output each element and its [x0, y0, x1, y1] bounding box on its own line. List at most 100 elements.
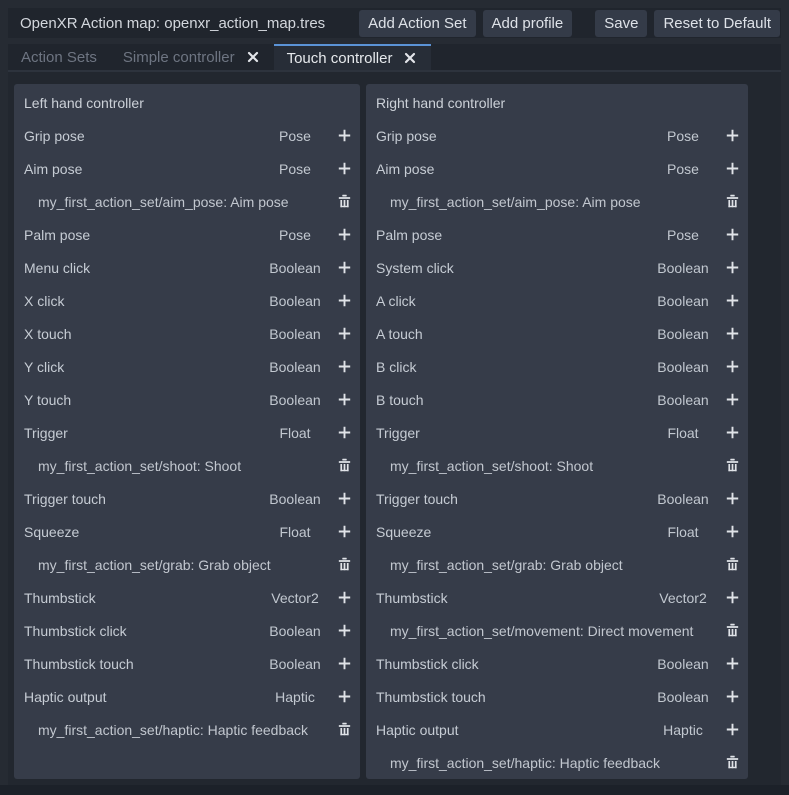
content-area: Left hand controllerGrip posePoseAim pos… — [8, 70, 781, 785]
action-type-label: Boolean — [646, 656, 720, 672]
plus-icon — [337, 161, 352, 176]
remove-binding-button[interactable] — [337, 557, 352, 572]
plus-icon — [725, 161, 740, 176]
action-row-haptic-output: Haptic outputHaptic — [366, 713, 748, 746]
add-binding-button[interactable] — [337, 260, 352, 275]
add-binding-button[interactable] — [337, 128, 352, 143]
add-binding-button[interactable] — [337, 161, 352, 176]
add-binding-button[interactable] — [725, 128, 740, 143]
plus-icon — [725, 359, 740, 374]
add-binding-button[interactable] — [337, 425, 352, 440]
remove-binding-button[interactable] — [725, 557, 740, 572]
action-label: Haptic output — [24, 689, 258, 705]
binding-label: my_first_action_set/haptic: Haptic feedb… — [390, 755, 725, 771]
add-binding-button[interactable] — [725, 293, 740, 308]
tab-label: Action Sets — [21, 49, 97, 66]
binding-row-my-first-action-set-haptic-haptic-feedback: my_first_action_set/haptic: Haptic feedb… — [366, 746, 748, 779]
tab-touch-controller[interactable]: Touch controller — [274, 44, 432, 70]
plus-icon — [337, 359, 352, 374]
action-label: X touch — [24, 326, 258, 342]
add-binding-button[interactable] — [337, 293, 352, 308]
action-type-label: Boolean — [258, 326, 332, 342]
action-label: Squeeze — [24, 524, 258, 540]
plus-icon — [337, 293, 352, 308]
action-label: Thumbstick touch — [376, 689, 646, 705]
trash-icon — [725, 194, 740, 209]
action-label: B touch — [376, 392, 646, 408]
plus-icon — [337, 689, 352, 704]
action-label: Thumbstick click — [24, 623, 258, 639]
binding-label: my_first_action_set/shoot: Shoot — [390, 458, 725, 474]
add-binding-button[interactable] — [337, 590, 352, 605]
add-binding-button[interactable] — [725, 326, 740, 341]
action-type-label: Boolean — [258, 359, 332, 375]
remove-binding-button[interactable] — [337, 458, 352, 473]
plus-icon — [337, 425, 352, 440]
tab-close-button[interactable] — [245, 49, 261, 65]
toolbar-button-save[interactable]: Save — [595, 10, 647, 37]
right-hand-controller-panel: Right hand controllerGrip posePoseAim po… — [366, 84, 748, 779]
add-binding-button[interactable] — [725, 425, 740, 440]
toolbar-button-add-action-set[interactable]: Add Action Set — [359, 10, 475, 37]
action-label: Thumbstick touch — [24, 656, 258, 672]
add-binding-button[interactable] — [725, 722, 740, 737]
remove-binding-button[interactable] — [337, 722, 352, 737]
action-label: Palm pose — [24, 227, 258, 243]
action-row-thumbstick-touch: Thumbstick touchBoolean — [366, 680, 748, 713]
toolbar-buttons: Add Action Set Add profile Save Reset to De… — [359, 10, 781, 37]
plus-icon — [725, 590, 740, 605]
add-binding-button[interactable] — [725, 689, 740, 704]
add-binding-button[interactable] — [337, 227, 352, 242]
tab-label: Simple controller — [123, 49, 235, 66]
add-binding-button[interactable] — [725, 524, 740, 539]
add-binding-button[interactable] — [725, 656, 740, 671]
toolbar-button-reset-to-default[interactable]: Reset to Default — [654, 10, 780, 37]
plus-icon — [725, 722, 740, 737]
action-type-label: Boolean — [258, 656, 332, 672]
add-binding-button[interactable] — [337, 524, 352, 539]
add-binding-button[interactable] — [337, 392, 352, 407]
add-binding-button[interactable] — [337, 359, 352, 374]
add-binding-button[interactable] — [725, 161, 740, 176]
remove-binding-button[interactable] — [725, 194, 740, 209]
action-type-label: Pose — [258, 161, 332, 177]
action-row-b-click: B clickBoolean — [366, 350, 748, 383]
add-binding-button[interactable] — [725, 392, 740, 407]
trash-icon — [337, 557, 352, 572]
add-binding-button[interactable] — [337, 656, 352, 671]
action-label: Palm pose — [376, 227, 646, 243]
action-type-label: Pose — [258, 227, 332, 243]
binding-row-my-first-action-set-shoot-shoot: my_first_action_set/shoot: Shoot — [14, 449, 360, 482]
tab-close-button[interactable] — [402, 50, 418, 66]
add-binding-button[interactable] — [337, 491, 352, 506]
add-binding-button[interactable] — [337, 689, 352, 704]
tab-simple-controller[interactable]: Simple controller — [110, 44, 274, 70]
plus-icon — [337, 623, 352, 638]
trash-icon — [725, 458, 740, 473]
action-type-label: Pose — [646, 227, 720, 243]
binding-label: my_first_action_set/grab: Grab object — [390, 557, 725, 573]
add-binding-button[interactable] — [725, 227, 740, 242]
action-type-label: Float — [258, 425, 332, 441]
add-binding-button[interactable] — [337, 623, 352, 638]
binding-row-my-first-action-set-aim-pose-aim-pose: my_first_action_set/aim_pose: Aim pose — [14, 185, 360, 218]
panel-title-row: Right hand controller — [366, 86, 748, 119]
add-binding-button[interactable] — [725, 590, 740, 605]
trash-icon — [337, 194, 352, 209]
add-binding-button[interactable] — [725, 491, 740, 506]
action-label: X click — [24, 293, 258, 309]
tab-action-sets[interactable]: Action Sets — [8, 44, 110, 70]
binding-label: my_first_action_set/aim_pose: Aim pose — [38, 194, 337, 210]
action-type-label: Boolean — [646, 326, 720, 342]
remove-binding-button[interactable] — [725, 755, 740, 770]
remove-binding-button[interactable] — [725, 623, 740, 638]
add-binding-button[interactable] — [337, 326, 352, 341]
action-type-label: Haptic — [258, 689, 332, 705]
binding-row-my-first-action-set-haptic-haptic-feedback: my_first_action_set/haptic: Haptic feedb… — [14, 713, 360, 746]
add-binding-button[interactable] — [725, 260, 740, 275]
add-binding-button[interactable] — [725, 359, 740, 374]
toolbar-button-add-profile[interactable]: Add profile — [483, 10, 573, 37]
remove-binding-button[interactable] — [337, 194, 352, 209]
plus-icon — [725, 425, 740, 440]
remove-binding-button[interactable] — [725, 458, 740, 473]
